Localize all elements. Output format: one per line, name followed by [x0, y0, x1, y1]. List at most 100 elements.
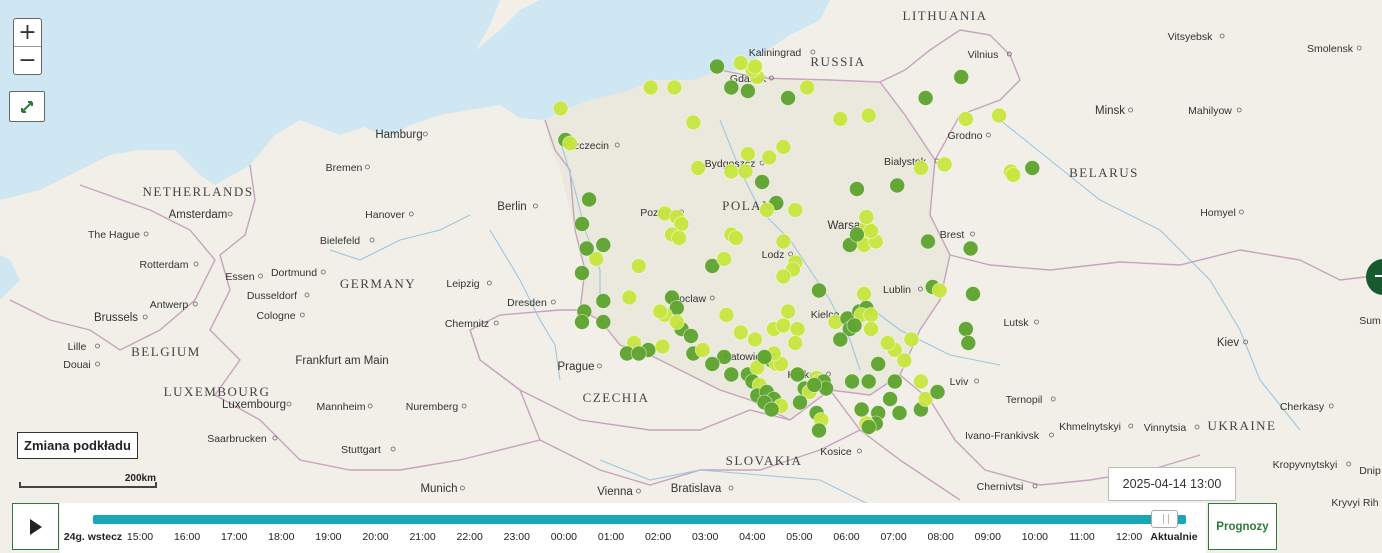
air-quality-station-marker[interactable] — [621, 289, 638, 306]
air-quality-station-marker[interactable] — [630, 258, 647, 274]
air-quality-station-marker[interactable] — [775, 317, 792, 334]
air-quality-station-marker[interactable] — [789, 321, 806, 337]
air-quality-station-marker[interactable] — [723, 163, 740, 180]
air-quality-station-marker[interactable] — [747, 58, 763, 75]
air-quality-station-marker[interactable] — [787, 202, 804, 218]
air-quality-station-marker[interactable] — [652, 303, 669, 320]
air-quality-station-marker[interactable] — [763, 401, 780, 418]
zoom-in-button[interactable]: + — [14, 19, 41, 46]
air-quality-station-marker[interactable] — [844, 373, 860, 390]
air-quality-station-marker[interactable] — [562, 135, 578, 152]
air-quality-station-marker[interactable] — [716, 251, 733, 267]
air-quality-station-marker[interactable] — [799, 79, 815, 96]
air-quality-station-marker[interactable] — [913, 373, 929, 390]
air-quality-station-marker[interactable] — [870, 356, 887, 372]
air-quality-station-marker[interactable] — [747, 331, 763, 348]
air-quality-station-marker[interactable] — [806, 377, 823, 393]
air-quality-station-marker[interactable] — [723, 79, 740, 96]
air-quality-station-marker[interactable] — [668, 314, 685, 330]
air-quality-station-marker[interactable] — [792, 394, 808, 411]
air-quality-station-marker[interactable] — [886, 373, 903, 390]
air-quality-station-marker[interactable] — [931, 282, 948, 299]
air-quality-station-marker[interactable] — [690, 160, 706, 176]
air-quality-station-marker[interactable] — [732, 324, 749, 341]
air-quality-station-marker[interactable] — [595, 237, 612, 253]
air-quality-station-marker[interactable] — [953, 69, 970, 85]
air-quality-station-marker[interactable] — [856, 286, 872, 302]
air-quality-station-marker[interactable] — [754, 174, 770, 190]
air-quality-station-marker[interactable] — [780, 303, 796, 320]
air-quality-station-marker[interactable] — [913, 160, 929, 176]
basemap-switch-button[interactable]: Zmiana podkładu — [17, 432, 138, 459]
air-quality-station-marker[interactable] — [756, 349, 773, 365]
air-quality-station-marker[interactable] — [863, 223, 879, 239]
air-quality-station-marker[interactable] — [740, 83, 756, 99]
air-quality-station-marker[interactable] — [889, 177, 906, 194]
air-quality-station-marker[interactable] — [920, 233, 936, 250]
air-quality-station-marker[interactable] — [846, 317, 863, 334]
air-quality-station-marker[interactable] — [811, 282, 827, 299]
air-quality-station-marker[interactable] — [896, 352, 913, 369]
fullscreen-button[interactable] — [9, 91, 45, 122]
air-quality-station-marker[interactable] — [709, 58, 725, 75]
air-quality-station-marker[interactable] — [962, 240, 979, 257]
air-quality-station-marker[interactable] — [737, 163, 754, 180]
air-quality-station-marker[interactable] — [654, 338, 671, 355]
air-quality-station-marker[interactable] — [789, 366, 806, 383]
air-quality-station-marker[interactable] — [704, 356, 721, 372]
air-quality-station-marker[interactable] — [671, 230, 687, 246]
air-quality-station-marker[interactable] — [775, 139, 792, 155]
air-quality-station-marker[interactable] — [775, 233, 792, 250]
air-quality-station-marker[interactable] — [694, 342, 711, 358]
air-quality-station-marker[interactable] — [574, 265, 590, 281]
air-quality-station-marker[interactable] — [723, 366, 740, 383]
air-quality-station-marker[interactable] — [775, 268, 792, 285]
air-quality-station-marker[interactable] — [849, 181, 865, 197]
air-quality-station-marker[interactable] — [787, 335, 804, 351]
air-quality-station-marker[interactable] — [958, 111, 974, 127]
air-quality-station-marker[interactable] — [965, 286, 981, 302]
air-quality-station-marker[interactable] — [574, 216, 590, 232]
air-quality-station-marker[interactable] — [666, 79, 683, 96]
air-quality-station-marker[interactable] — [863, 321, 879, 337]
air-quality-station-marker[interactable] — [685, 114, 702, 131]
air-quality-station-marker[interactable] — [578, 240, 595, 257]
air-quality-station-marker[interactable] — [936, 156, 953, 173]
air-quality-station-marker[interactable] — [929, 384, 946, 400]
air-quality-station-marker[interactable] — [832, 331, 849, 348]
air-quality-station-marker[interactable] — [552, 100, 569, 117]
air-quality-station-marker[interactable] — [732, 55, 749, 71]
air-quality-station-marker[interactable] — [853, 401, 870, 418]
air-quality-station-marker[interactable] — [780, 90, 796, 106]
air-quality-station-marker[interactable] — [917, 90, 934, 106]
air-quality-station-marker[interactable] — [860, 373, 877, 390]
air-quality-station-marker[interactable] — [595, 293, 612, 309]
air-quality-station-marker[interactable] — [891, 405, 908, 421]
air-quality-station-marker[interactable] — [960, 335, 977, 351]
air-quality-station-marker[interactable] — [595, 314, 612, 330]
air-quality-station-marker[interactable] — [740, 146, 756, 162]
air-quality-station-marker[interactable] — [903, 331, 920, 348]
air-quality-station-marker[interactable] — [858, 209, 875, 225]
air-quality-station-marker[interactable] — [683, 328, 699, 344]
air-quality-station-marker[interactable] — [879, 335, 896, 351]
air-quality-station-marker[interactable] — [630, 345, 647, 362]
air-quality-station-marker[interactable] — [1005, 167, 1022, 183]
air-quality-station-marker[interactable] — [811, 422, 827, 439]
air-quality-station-marker[interactable] — [1024, 160, 1041, 176]
timeline-slider-handle[interactable] — [1151, 510, 1179, 528]
air-quality-station-marker[interactable] — [863, 307, 879, 323]
air-quality-station-marker[interactable] — [758, 202, 775, 218]
play-button[interactable] — [12, 503, 59, 550]
air-quality-station-marker[interactable] — [882, 391, 898, 407]
air-quality-station-marker[interactable] — [718, 307, 735, 323]
air-quality-station-marker[interactable] — [574, 314, 590, 330]
air-quality-station-marker[interactable] — [991, 107, 1007, 124]
timeline-track[interactable] — [93, 515, 1186, 524]
air-quality-station-marker[interactable] — [860, 107, 877, 124]
air-quality-station-marker[interactable] — [958, 321, 974, 337]
forecast-button[interactable]: Prognozy — [1208, 503, 1277, 550]
zoom-out-button[interactable]: − — [14, 46, 41, 74]
air-quality-station-marker[interactable] — [642, 79, 659, 96]
air-quality-station-marker[interactable] — [581, 191, 597, 208]
